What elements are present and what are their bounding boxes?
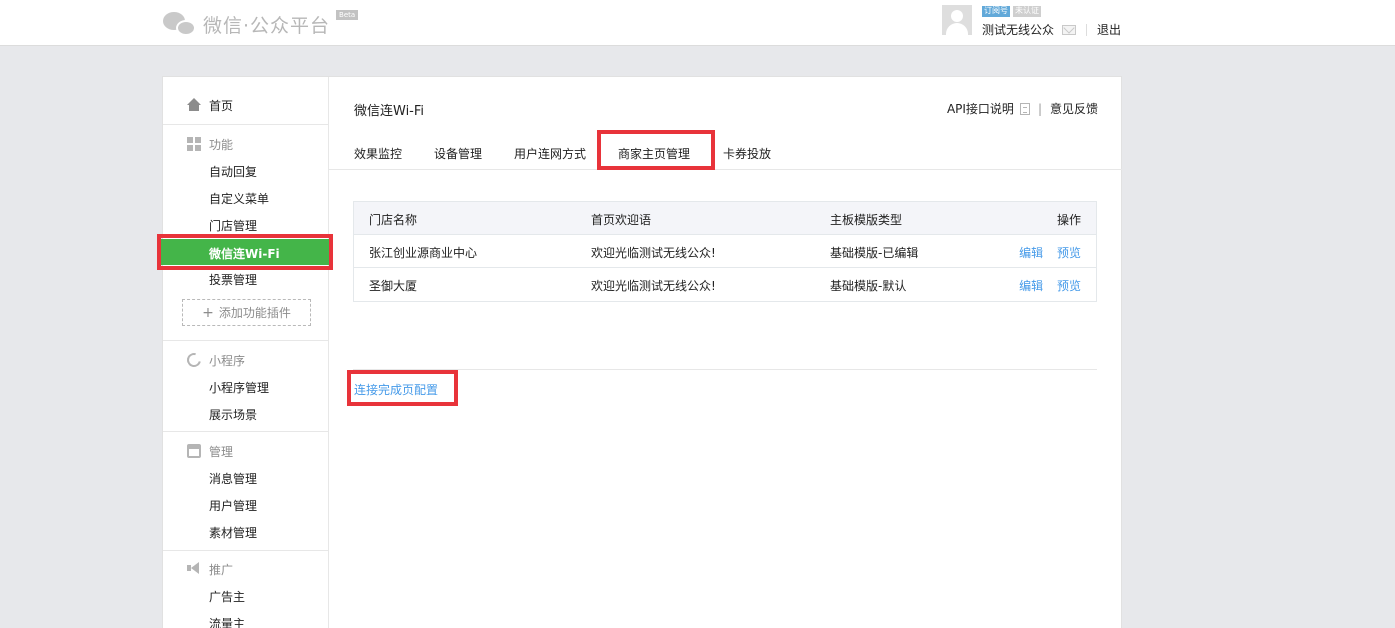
divider xyxy=(163,550,329,551)
table-row: 圣御大厦 欢迎光临测试无线公众! 基础模版-默认 编辑 预览 xyxy=(354,268,1096,301)
main-panel: 首页 功能 自动回复 自定义菜单 门店管理 微信连Wi-Fi 投票管理 + 添加… xyxy=(157,76,1122,628)
welcome-text: 欢迎光临测试无线公众! xyxy=(591,279,716,293)
page-title: 微信连Wi-Fi xyxy=(354,104,425,119)
column-header-actions: 操作 xyxy=(1056,213,1081,227)
grid-icon xyxy=(187,137,201,151)
sidebar-item-label: 首页 xyxy=(209,99,234,113)
sidebar-item-publisher[interactable]: 流量主 xyxy=(209,615,245,628)
account-type-badge: 订阅号 xyxy=(982,6,1010,17)
tab-bar: 效果监控 设备管理 用户连网方式 商家主页管理 卡券投放 xyxy=(329,130,1122,170)
logo-text: 微信·公众平台 xyxy=(203,14,331,37)
sidebar-item-user-management[interactable]: 用户管理 xyxy=(209,497,257,514)
sidebar-section-management: 管理 xyxy=(187,443,233,459)
feedback-link[interactable]: 意见反馈 xyxy=(1050,100,1098,117)
divider xyxy=(163,340,329,341)
sidebar-item-auto-reply[interactable]: 自动回复 xyxy=(209,163,257,180)
table-header: 门店名称 首页欢迎语 主板模版类型 操作 xyxy=(354,202,1096,235)
link-icon xyxy=(184,350,204,370)
table-row: 张江创业源商业中心 欢迎光临测试无线公众! 基础模版-已编辑 编辑 预览 xyxy=(354,235,1096,268)
row-actions: 编辑 预览 xyxy=(1019,277,1081,294)
api-doc-link[interactable]: API接口说明 xyxy=(947,100,1014,117)
tab-user-connection-method[interactable]: 用户连网方式 xyxy=(514,145,586,162)
store-name: 张江创业源商业中心 xyxy=(369,246,478,260)
beta-badge: Beta xyxy=(336,10,359,20)
sidebar-item-mini-program-management[interactable]: 小程序管理 xyxy=(209,379,269,396)
inbox-icon xyxy=(187,444,201,458)
highlight-box xyxy=(157,234,333,270)
avatar[interactable] xyxy=(942,5,972,35)
sidebar-item-store-management[interactable]: 门店管理 xyxy=(209,217,257,234)
home-icon xyxy=(187,98,201,112)
column-header-welcome: 首页欢迎语 xyxy=(591,213,652,227)
welcome-text: 欢迎光临测试无线公众! xyxy=(591,246,716,260)
divider xyxy=(1086,23,1088,36)
document-icon[interactable] xyxy=(1019,102,1030,115)
tab-coupon-delivery[interactable]: 卡券投放 xyxy=(723,145,771,162)
sidebar: 首页 功能 自动回复 自定义菜单 门店管理 微信连Wi-Fi 投票管理 + 添加… xyxy=(157,77,333,628)
sidebar-item-vote-management[interactable]: 投票管理 xyxy=(209,271,257,288)
tab-effect-monitoring[interactable]: 效果监控 xyxy=(354,145,402,162)
content-area: 微信连Wi-Fi API接口说明 | 意见反馈 效果监控 设备管理 用户连网方式… xyxy=(329,77,1122,628)
account-name[interactable]: 测试无线公众 xyxy=(982,21,1054,38)
top-links: API接口说明 | 意见反馈 xyxy=(947,100,1098,117)
sidebar-item-advertiser[interactable]: 广告主 xyxy=(209,588,245,605)
store-table: 门店名称 首页欢迎语 主板模版类型 操作 张江创业源商业中心 欢迎光临测试无线公… xyxy=(353,201,1097,302)
store-name: 圣御大厦 xyxy=(369,279,418,293)
highlight-box xyxy=(347,370,458,406)
sidebar-section-mini-program: 小程序 xyxy=(184,350,245,370)
mail-icon[interactable] xyxy=(1062,24,1077,35)
highlight-box xyxy=(597,130,715,170)
sidebar-item-message-management[interactable]: 消息管理 xyxy=(209,470,257,487)
column-header-template: 主板模版类型 xyxy=(830,213,903,227)
preview-link[interactable]: 预览 xyxy=(1057,246,1081,260)
row-actions: 编辑 预览 xyxy=(1019,244,1081,261)
column-header-store: 门店名称 xyxy=(369,213,418,227)
divider: | xyxy=(1037,101,1042,116)
wechat-logo-icon xyxy=(163,10,197,38)
logout-link[interactable]: 退出 xyxy=(1097,21,1121,38)
add-plugin-button[interactable]: + 添加功能插件 xyxy=(182,299,311,326)
divider xyxy=(163,431,329,432)
sidebar-item-home[interactable]: 首页 xyxy=(163,77,329,125)
logo[interactable]: 微信·公众平台 Beta xyxy=(163,9,359,39)
sidebar-item-display-scenes[interactable]: 展示场景 xyxy=(209,406,257,423)
plus-icon: + xyxy=(202,304,214,321)
divider xyxy=(353,369,1097,370)
megaphone-icon xyxy=(187,562,201,576)
edit-link[interactable]: 编辑 xyxy=(1019,279,1043,293)
sidebar-item-material-management[interactable]: 素材管理 xyxy=(209,524,257,541)
edit-link[interactable]: 编辑 xyxy=(1019,246,1043,260)
sidebar-section-features: 功能 xyxy=(187,136,233,152)
account-area: 订阅号 未认证 测试无线公众 退出 xyxy=(942,5,1121,39)
verification-badge: 未认证 xyxy=(1013,6,1041,17)
template-type: 基础模版-已编辑 xyxy=(830,246,919,260)
preview-link[interactable]: 预览 xyxy=(1057,279,1081,293)
top-bar: 微信·公众平台 Beta 订阅号 未认证 测试无线公众 退出 xyxy=(0,0,1395,46)
sidebar-section-promotion: 推广 xyxy=(187,561,233,577)
template-type: 基础模版-默认 xyxy=(830,279,907,293)
sidebar-item-custom-menu[interactable]: 自定义菜单 xyxy=(209,190,269,207)
tab-device-management[interactable]: 设备管理 xyxy=(434,145,482,162)
